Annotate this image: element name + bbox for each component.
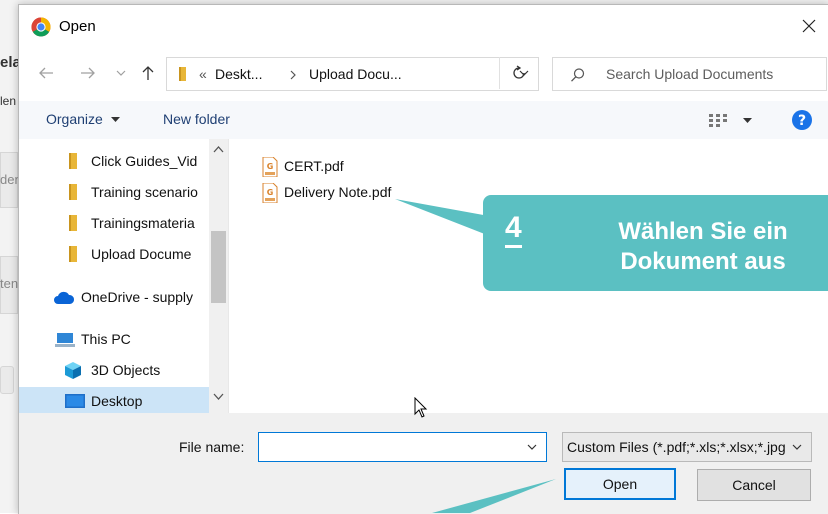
folder-icon — [179, 67, 186, 81]
address-overflow-marker[interactable]: « — [199, 66, 207, 82]
chevron-down-icon[interactable] — [791, 443, 803, 451]
callout-text-line2: Dokument aus — [620, 248, 786, 275]
nav-item-label: Desktop — [91, 393, 143, 409]
file-type-value: Custom Files (*.pdf;*.xls;*.xlsx;*.jpg — [567, 439, 786, 455]
file-name: Delivery Note.pdf — [284, 184, 392, 200]
organize-menu[interactable]: Organize — [46, 111, 120, 127]
callout-text-line1: Wählen Sie ein — [618, 218, 788, 245]
navigation-scrollbar[interactable] — [209, 139, 228, 413]
new-folder-button[interactable]: New folder — [163, 111, 230, 127]
svg-text:G: G — [267, 162, 274, 171]
folder-icon — [69, 153, 77, 169]
file-name-input[interactable] — [258, 432, 547, 462]
refresh-button[interactable] — [499, 57, 538, 89]
chevron-down-icon[interactable] — [526, 443, 538, 451]
navigation-pane: Click Guides_Vid Training scenario Train… — [19, 139, 228, 415]
navigation-row: « Deskt... Upload Docu... Search Upload … — [19, 51, 828, 95]
cube-icon — [65, 362, 81, 379]
help-icon[interactable]: ? — [791, 109, 813, 131]
back-arrow-icon[interactable] — [37, 65, 55, 81]
close-icon[interactable] — [797, 14, 821, 38]
recent-locations-chevron-icon[interactable] — [115, 69, 127, 77]
dialog-footer: File name: Custom Files (*.pdf;*.xls;*.x… — [19, 413, 828, 514]
breadcrumb-separator-icon — [290, 70, 296, 80]
chrome-icon — [31, 17, 51, 37]
search-placeholder: Search Upload Documents — [606, 66, 774, 82]
dialog-title: Open — [59, 18, 96, 35]
background-button — [0, 366, 14, 394]
scroll-up-icon[interactable] — [213, 145, 224, 153]
nav-item-desktop[interactable]: Desktop — [19, 387, 209, 415]
callout-text: Wählen Sie ein Dokument aus — [583, 217, 823, 277]
caret-down-icon — [110, 117, 120, 123]
callout-step-number: 4 — [505, 213, 522, 248]
background-field-fragment: den — [0, 172, 18, 187]
background-field-fragment: ten — [0, 276, 18, 291]
folder-icon — [69, 215, 77, 231]
folder-icon — [69, 246, 77, 262]
nav-item-label: Click Guides_Vid — [91, 153, 198, 169]
breadcrumb-desktop[interactable]: Deskt... — [215, 66, 262, 82]
nav-item-label: OneDrive - supply — [81, 289, 194, 305]
cancel-button[interactable]: Cancel — [697, 469, 811, 501]
pdf-file-icon: G — [262, 183, 278, 203]
background-text-fragment: len — [0, 94, 17, 108]
desktop-icon — [65, 394, 85, 408]
address-bar[interactable]: « Deskt... Upload Docu... — [166, 57, 539, 91]
forward-arrow-icon[interactable] — [79, 65, 97, 81]
file-name: CERT.pdf — [284, 158, 344, 174]
open-button[interactable]: Open — [564, 468, 676, 500]
view-options-icon[interactable] — [709, 113, 727, 127]
file-item-cert[interactable]: G CERT.pdf — [262, 155, 442, 179]
refresh-icon — [513, 65, 525, 79]
scroll-down-icon[interactable] — [213, 393, 224, 401]
nav-item-label: 3D Objects — [91, 362, 161, 378]
file-name-label: File name: — [179, 439, 245, 455]
command-toolbar: Organize New folder ? — [19, 101, 828, 139]
folder-icon — [69, 184, 77, 200]
computer-icon — [55, 333, 75, 347]
mouse-cursor-icon — [414, 397, 428, 418]
search-icon — [571, 68, 585, 82]
search-box[interactable]: Search Upload Documents — [552, 57, 827, 91]
svg-text:G: G — [267, 188, 274, 197]
pane-splitter[interactable] — [228, 139, 229, 413]
nav-item-label: Upload Docume — [91, 246, 192, 262]
nav-item-label: Trainingsmateria — [91, 215, 195, 231]
pdf-file-icon: G — [262, 157, 278, 177]
scrollbar-thumb[interactable] — [211, 231, 226, 303]
view-dropdown-icon[interactable] — [743, 118, 752, 124]
background-heading-fragment: elac — [0, 54, 18, 71]
file-type-select[interactable]: Custom Files (*.pdf;*.xls;*.xlsx;*.jpg — [562, 432, 812, 462]
nav-item-label: This PC — [81, 331, 131, 347]
svg-text:?: ? — [798, 113, 806, 129]
cloud-icon — [54, 291, 75, 304]
dialog-titlebar: Open — [19, 5, 828, 47]
file-item-delivery-note[interactable]: G Delivery Note.pdf — [262, 181, 442, 205]
breadcrumb-upload-documents[interactable]: Upload Docu... — [309, 66, 402, 82]
step-callout: 4 Wählen Sie ein Dokument aus — [483, 195, 828, 291]
organize-label: Organize — [46, 111, 103, 127]
nav-item-label: Training scenario — [91, 184, 198, 200]
up-arrow-icon[interactable] — [139, 65, 157, 81]
